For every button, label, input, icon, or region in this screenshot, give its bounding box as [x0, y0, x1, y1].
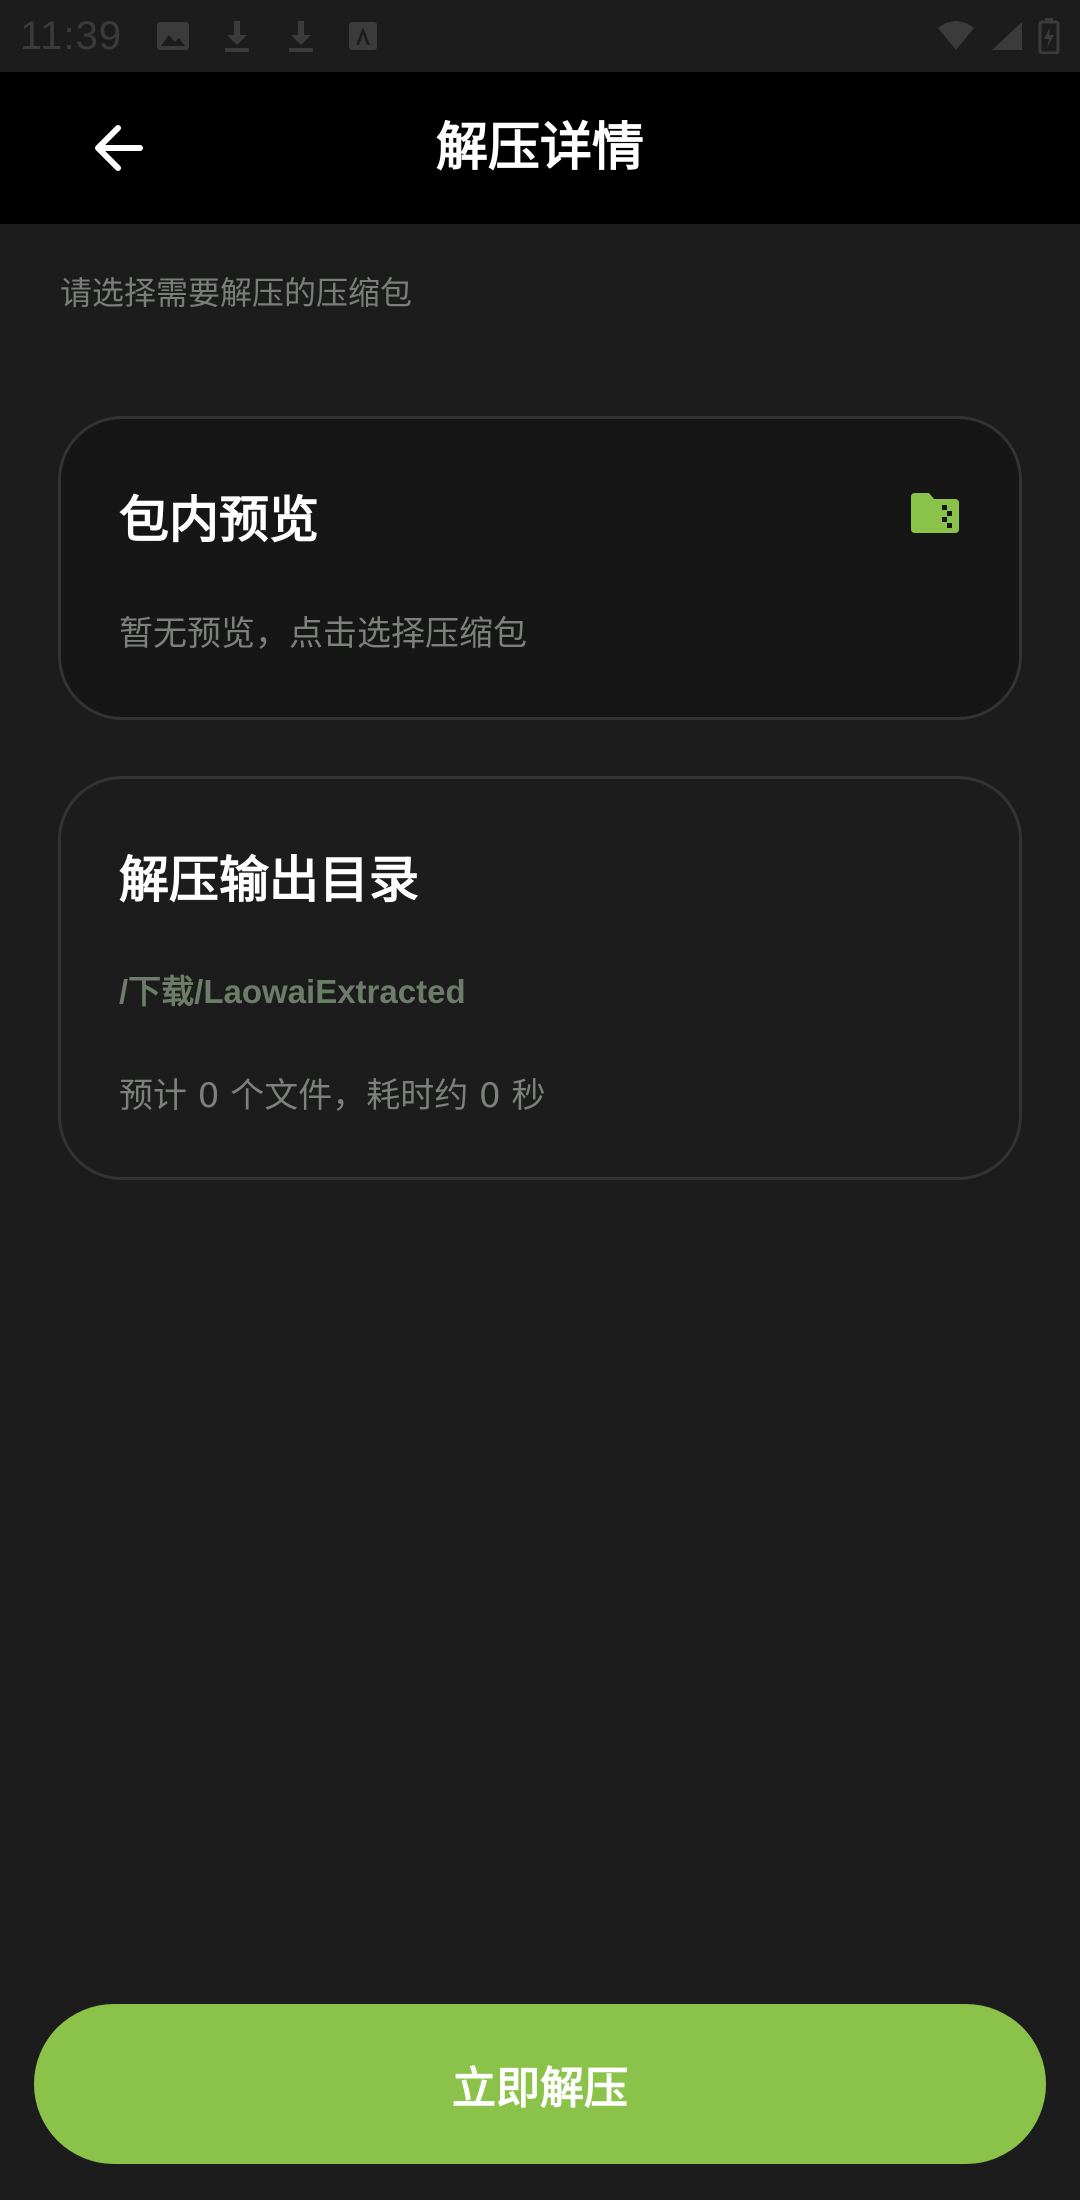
- preview-empty-text: 暂无预览，点击选择压缩包: [119, 614, 527, 654]
- archive-folder-icon[interactable]: [909, 491, 961, 535]
- output-path[interactable]: /下载/LaowaiExtracted: [119, 967, 466, 1017]
- app-bar: 解压详情: [0, 72, 1080, 224]
- wifi-icon: [938, 21, 974, 50]
- page-title: 解压详情: [435, 118, 644, 178]
- battery-icon: [1038, 18, 1060, 54]
- download-icon: [289, 21, 314, 52]
- status-bar: 11:39: [0, 0, 1080, 72]
- extract-estimate: 预计 0 个文件，耗时约 0 秒: [119, 1076, 546, 1116]
- font-icon: [349, 22, 378, 50]
- archive-preview-card[interactable]: 包内预览 暂无预览，点击选择压缩包: [58, 416, 1022, 720]
- select-archive-hint: 请选择需要解压的压缩包: [60, 274, 413, 312]
- output-card-title: 解压输出目录: [119, 851, 419, 909]
- status-time: 11:39: [20, 13, 123, 58]
- preview-card-title: 包内预览: [119, 491, 319, 549]
- output-directory-card: 解压输出目录 /下载/LaowaiExtracted 预计 0 个文件，耗时约 …: [58, 776, 1022, 1180]
- download-icon: [225, 21, 250, 52]
- status-notification-icons: [156, 19, 378, 53]
- signal-icon: [992, 22, 1022, 50]
- image-icon: [157, 22, 190, 50]
- extract-now-button[interactable]: 立即解压: [34, 2004, 1046, 2164]
- status-system-icons: [936, 18, 1060, 54]
